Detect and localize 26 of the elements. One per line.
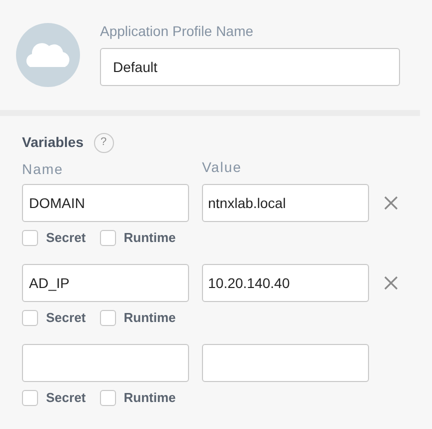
checkbox[interactable]: [100, 230, 116, 246]
remove-icon[interactable]: [384, 196, 398, 210]
name-column-header: Name: [22, 160, 64, 179]
checkbox-label: Secret: [46, 230, 86, 246]
variable-name-field[interactable]: [22, 344, 189, 382]
variable-value-field[interactable]: ntnxlab.local: [202, 184, 369, 222]
checkbox-label: Runtime: [124, 310, 176, 326]
variable-name-field[interactable]: AD_IP: [22, 264, 189, 302]
profile-name-field[interactable]: Default: [100, 48, 400, 86]
remove-icon[interactable]: [384, 276, 398, 290]
value-column-header: Value: [202, 158, 242, 177]
checkbox[interactable]: [22, 390, 38, 406]
variables-title: Variables: [22, 133, 84, 152]
profile-name-label: Application Profile Name: [100, 22, 254, 41]
checkbox-label: Runtime: [124, 230, 176, 246]
checkbox-label: Secret: [46, 310, 86, 326]
checkbox-label: Secret: [46, 390, 86, 406]
variable-value-field[interactable]: [202, 344, 369, 382]
checkbox[interactable]: [100, 390, 116, 406]
checkbox[interactable]: [100, 310, 116, 326]
cloud-avatar-icon: [16, 23, 80, 87]
checkbox-label: Runtime: [124, 390, 176, 406]
checkbox[interactable]: [22, 310, 38, 326]
variable-value-field[interactable]: 10.20.140.40: [202, 264, 369, 302]
checkbox[interactable]: [22, 230, 38, 246]
variable-name-field[interactable]: DOMAIN: [22, 184, 189, 222]
